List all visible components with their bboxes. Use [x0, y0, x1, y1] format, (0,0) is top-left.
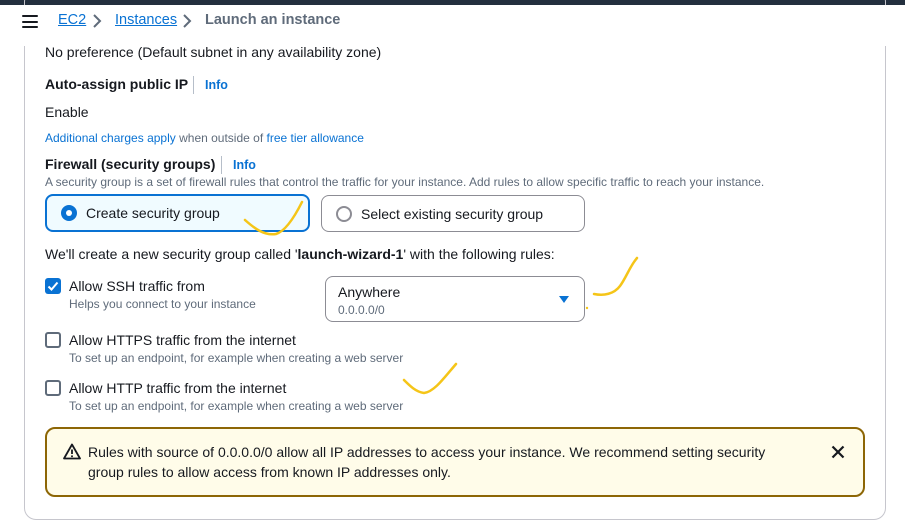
ssh-source-value: Anywhere	[338, 284, 401, 300]
https-checkbox[interactable]	[45, 332, 61, 348]
ssh-rule-label: Allow SSH traffic from	[69, 278, 205, 294]
subnet-value: No preference (Default subnet in any ava…	[45, 44, 382, 60]
chevron-right-icon	[93, 14, 102, 28]
select-existing-security-group-option[interactable]: Select existing security group	[321, 195, 585, 232]
https-rule-label: Allow HTTPS traffic from the internet	[69, 332, 296, 348]
http-rule-hint: To set up an endpoint, for example when …	[69, 399, 404, 413]
create-security-group-option[interactable]: Create security group	[45, 194, 310, 232]
breadcrumb-instances[interactable]: Instances	[115, 12, 177, 28]
radio-unselected-icon	[336, 205, 352, 222]
annotation-checkmark	[585, 256, 639, 310]
charges-note: Additional charges apply when outside of…	[45, 131, 364, 145]
note-text: ' with the following rules:	[403, 246, 555, 262]
close-icon[interactable]	[831, 445, 845, 459]
alert-text-line2: group rules to allow access from known I…	[88, 464, 451, 480]
firewall-label: Firewall (security groups)	[45, 156, 216, 172]
http-rule-label: Allow HTTP traffic from the internet	[69, 380, 287, 396]
alert-text-line1: Rules with source of 0.0.0.0/0 allow all…	[88, 444, 766, 460]
menu-icon[interactable]	[22, 15, 38, 28]
ssh-rule-hint: Helps you connect to your instance	[69, 297, 256, 311]
option-label: Select existing security group	[361, 205, 544, 222]
ssh-source-select[interactable]: Anywhere 0.0.0.0/0	[325, 276, 585, 322]
caret-down-icon	[559, 296, 569, 303]
ssh-source-sub: 0.0.0.0/0	[338, 303, 385, 317]
annotation-checkmark	[402, 362, 458, 395]
breadcrumb-ec2[interactable]: EC2	[58, 12, 86, 28]
security-group-name: launch-wizard-1	[297, 246, 404, 262]
divider	[221, 156, 222, 174]
divider	[193, 76, 194, 94]
security-group-note: We'll create a new security group called…	[45, 246, 555, 262]
chevron-right-icon	[183, 14, 192, 28]
firewall-description: A security group is a set of firewall ru…	[45, 175, 765, 189]
free-tier-link[interactable]: free tier allowance	[267, 131, 364, 145]
warning-alert: Rules with source of 0.0.0.0/0 allow all…	[45, 427, 865, 497]
https-rule-hint: To set up an endpoint, for example when …	[69, 351, 404, 365]
note-text: We'll create a new security group called…	[45, 246, 298, 262]
checkmark-icon	[47, 281, 59, 291]
ssh-checkbox[interactable]	[45, 278, 61, 294]
option-label: Create security group	[86, 205, 220, 221]
radio-selected-icon	[61, 205, 77, 221]
auto-assign-ip-label: Auto-assign public IP	[45, 76, 189, 92]
charges-note-text: when outside of	[175, 131, 267, 145]
warning-icon	[63, 443, 81, 460]
http-checkbox[interactable]	[45, 380, 61, 396]
firewall-info-link[interactable]: Info	[233, 158, 256, 172]
breadcrumb-current: Launch an instance	[205, 12, 341, 28]
auto-assign-ip-info-link[interactable]: Info	[205, 78, 228, 92]
additional-charges-link[interactable]: Additional charges apply	[45, 131, 176, 145]
auto-assign-ip-value: Enable	[45, 104, 89, 120]
